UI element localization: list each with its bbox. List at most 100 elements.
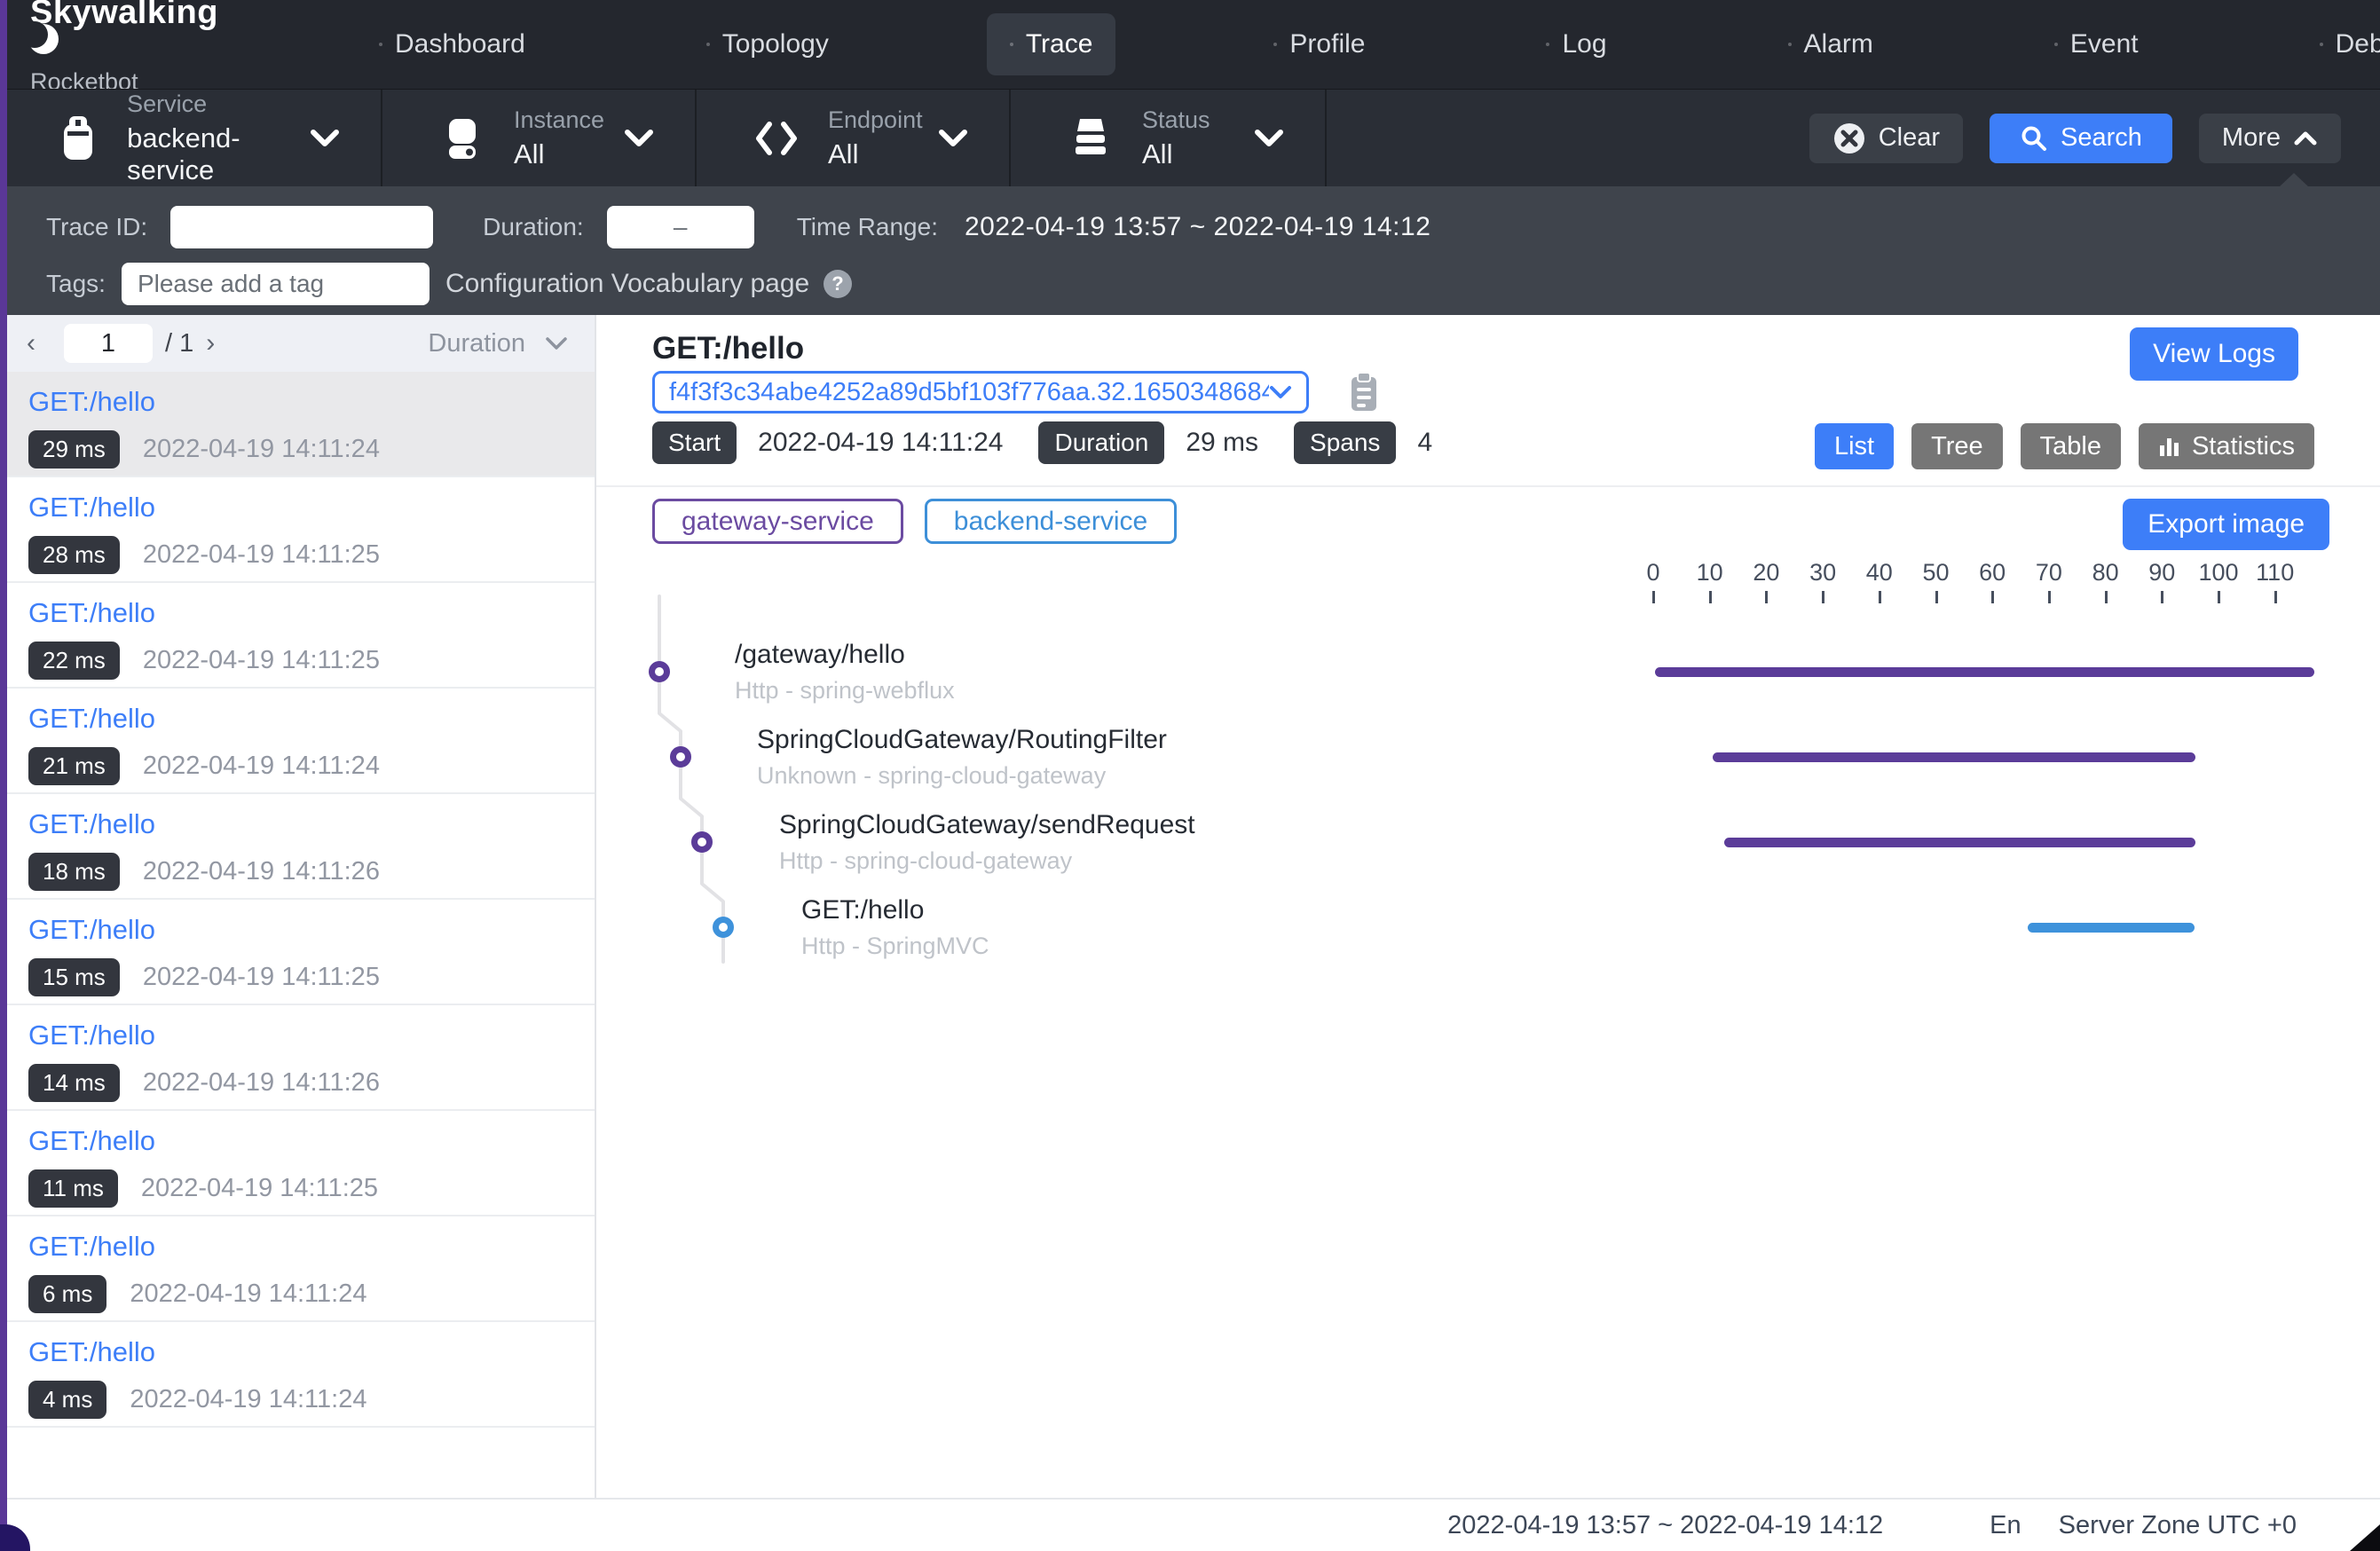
axis-tick-mark — [1652, 591, 1655, 603]
trace-item-meta: 28 ms2022-04-19 14:11:25 — [28, 536, 595, 574]
trace-item-title: GET:/hello — [28, 492, 595, 524]
service-selector[interactable]: Service backend-service — [0, 90, 382, 186]
server-zone[interactable]: Server Zone UTC +0 — [2059, 1511, 2297, 1540]
copy-clipboard-icon[interactable] — [1346, 371, 1382, 413]
span-row[interactable]: /gateway/helloHttp - spring-webflux — [596, 629, 2380, 714]
nav-item-profile[interactable]: Profile — [1250, 13, 1388, 75]
more-button[interactable]: More — [2199, 114, 2341, 163]
nav-item-dashboard[interactable]: Dashboard — [356, 13, 548, 75]
endpoint-selector[interactable]: Endpoint All — [697, 90, 1011, 186]
axis-tick-mark — [2218, 591, 2220, 603]
duration-input[interactable] — [607, 206, 754, 248]
status-selector[interactable]: Status All — [1011, 90, 1327, 186]
trace-list-item[interactable]: GET:/hello 6 ms2022-04-19 14:11:24 — [0, 1216, 595, 1322]
trace-list-item[interactable]: GET:/hello18 ms2022-04-19 14:11:26 — [0, 794, 595, 900]
nav-dot-icon — [379, 43, 382, 46]
prev-page-icon[interactable]: ‹ — [27, 328, 57, 358]
span-node-icon[interactable] — [670, 746, 691, 768]
app-logo[interactable]: Skywalking Rocketbot — [30, 0, 218, 94]
trace-list-item[interactable]: GET:/hello22 ms2022-04-19 14:11:25 — [0, 583, 595, 689]
span-node-icon[interactable] — [691, 831, 713, 853]
duration-badge: 14 ms — [28, 1064, 120, 1102]
span-duration-bar[interactable] — [2028, 923, 2195, 933]
logo-title: Skywalking — [30, 0, 218, 29]
axis-tick-label: 110 — [2256, 559, 2294, 587]
trace-timestamp: 2022-04-19 14:11:25 — [143, 963, 380, 992]
start-badge: Start — [652, 421, 737, 464]
view-logs-button[interactable]: View Logs — [2130, 327, 2298, 381]
trace-list-item[interactable]: GET:/hello11 ms2022-04-19 14:11:25 — [0, 1111, 595, 1216]
axis-tick-label: 20 — [1753, 559, 1779, 587]
trace-list-item[interactable]: GET:/hello29 ms2022-04-19 14:11:24 — [0, 372, 595, 477]
trace-timestamp: 2022-04-19 14:11:25 — [143, 646, 380, 675]
trace-item-title: GET:/hello — [28, 1231, 595, 1263]
service-value: backend-service — [127, 122, 310, 186]
span-node-icon[interactable] — [713, 917, 734, 938]
axis-tick-label: 80 — [2092, 559, 2119, 587]
time-range-value[interactable]: 2022-04-19 13:57 ~ 2022-04-19 14:12 — [965, 212, 1430, 242]
trace-timestamp: 2022-04-19 14:11:26 — [143, 1068, 380, 1098]
trace-list-item[interactable]: GET:/hello21 ms2022-04-19 14:11:24 — [0, 689, 595, 794]
panel-arrow — [2279, 173, 2309, 187]
tags-input[interactable] — [122, 263, 430, 305]
nav-item-log[interactable]: Log — [1523, 13, 1629, 75]
duration-filter-label: Duration: — [483, 213, 584, 241]
duration-badge: 4 ms — [28, 1381, 106, 1419]
trace-list-item[interactable]: GET:/hello4 ms2022-04-19 14:11:24 — [0, 1322, 595, 1428]
page-number-input[interactable] — [64, 324, 153, 363]
page-total: / 1 — [165, 329, 193, 358]
service-tag-backend-service[interactable]: backend-service — [925, 499, 1177, 544]
trace-item-meta: 22 ms2022-04-19 14:11:25 — [28, 642, 595, 680]
service-tag-gateway-service[interactable]: gateway-service — [652, 499, 903, 544]
span-duration-bar[interactable] — [1655, 667, 2314, 677]
clear-button[interactable]: Clear — [1809, 114, 1963, 163]
nav-item-trace[interactable]: Trace — [987, 13, 1116, 75]
trace-list-header: ‹ / 1 › Duration — [0, 315, 595, 372]
instance-selector[interactable]: Instance All — [382, 90, 697, 186]
axis-tick-label: 50 — [1922, 559, 1949, 587]
axis-tick-mark — [1935, 591, 1938, 603]
span-duration-bar[interactable] — [1724, 838, 2195, 847]
filter-actions: Clear Search More — [1809, 90, 2341, 186]
span-row[interactable]: GET:/helloHttp - SpringMVC — [596, 885, 2380, 970]
tags-label: Tags: — [46, 270, 106, 298]
language-toggle[interactable]: En — [1990, 1511, 2021, 1540]
help-icon[interactable]: ? — [822, 268, 854, 300]
view-tab-statistics[interactable]: Statistics — [2139, 423, 2314, 469]
view-tab-list[interactable]: List — [1815, 423, 1894, 469]
span-duration-bar[interactable] — [1713, 752, 2195, 762]
span-row[interactable]: SpringCloudGateway/RoutingFilterUnknown … — [596, 714, 2380, 799]
view-tab-table[interactable]: Table — [2021, 423, 2121, 469]
trace-item-meta: 29 ms2022-04-19 14:11:24 — [28, 430, 595, 468]
trace-list-item[interactable]: GET:/hello14 ms2022-04-19 14:11:26 — [0, 1005, 595, 1111]
trace-list-item[interactable]: GET:/hello15 ms2022-04-19 14:11:25 — [0, 900, 595, 1005]
chevron-down-icon — [545, 336, 568, 350]
vocabulary-link[interactable]: Configuration Vocabulary page ? — [445, 268, 854, 300]
trace-id-input[interactable] — [170, 206, 433, 248]
search-label: Search — [2061, 123, 2142, 153]
span-timeline — [1646, 799, 2334, 885]
nav-item-event[interactable]: Event — [2031, 13, 2162, 75]
trace-item-meta: 4 ms2022-04-19 14:11:24 — [28, 1381, 595, 1419]
trace-item-meta: 6 ms2022-04-19 14:11:24 — [28, 1275, 595, 1313]
vocabulary-label: Configuration Vocabulary page — [445, 269, 809, 299]
nav-item-label: Event — [2070, 29, 2139, 59]
sort-dropdown[interactable]: Duration — [428, 329, 568, 358]
instance-label: Instance — [514, 106, 604, 134]
nav-item-topology[interactable]: Topology — [683, 13, 852, 75]
nav-item-alarm[interactable]: Alarm — [1765, 13, 1896, 75]
span-row[interactable]: SpringCloudGateway/sendRequestHttp - spr… — [596, 799, 2380, 885]
trace-id-select[interactable]: f4f3f3c34abe4252a89d5bf103f776aa.32.1650… — [652, 371, 1309, 413]
trace-list: GET:/hello29 ms2022-04-19 14:11:24GET:/h… — [0, 372, 595, 1496]
export-image-button[interactable]: Export image — [2123, 499, 2329, 550]
next-page-icon[interactable]: › — [206, 328, 236, 358]
nav-item-label: Debug — [2336, 29, 2380, 59]
duration-badge: 21 ms — [28, 747, 120, 785]
search-button[interactable]: Search — [1990, 114, 2172, 163]
nav-item-debug[interactable]: Debug — [2297, 13, 2380, 75]
footer-time-range[interactable]: 2022-04-19 13:57 ~ 2022-04-19 14:12 — [1447, 1511, 1883, 1540]
span-node-icon[interactable] — [649, 661, 670, 682]
nav-items: Dashboard Topology Trace Profile Log Alarm Eve… — [356, 13, 2380, 75]
trace-list-item[interactable]: GET:/hello 28 ms2022-04-19 14:11:25 — [0, 477, 595, 583]
view-tab-tree[interactable]: Tree — [1911, 423, 2003, 469]
